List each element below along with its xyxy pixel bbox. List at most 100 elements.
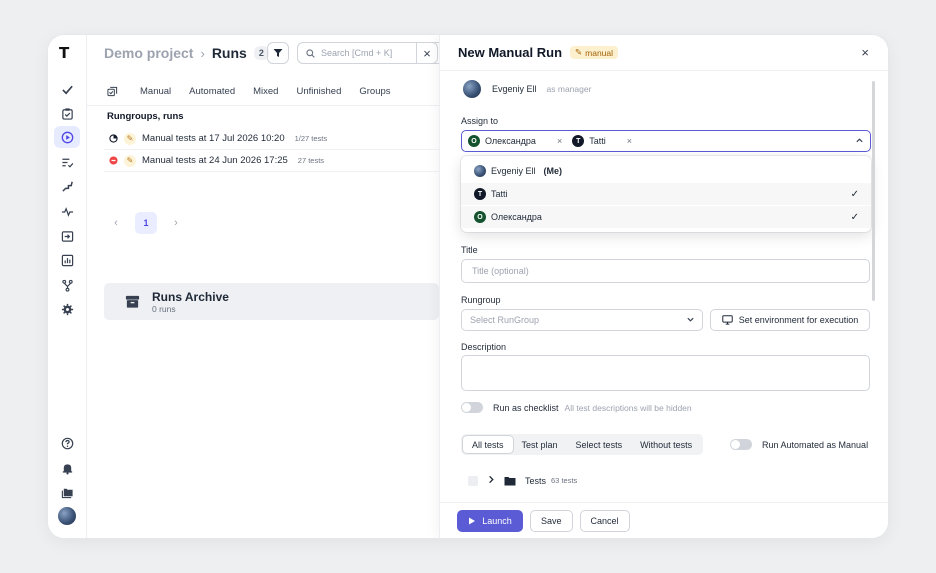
analytics-icon[interactable] — [54, 249, 80, 271]
run-row[interactable]: ✎ Manual tests at 17 Jul 2026 10:20 1/27… — [104, 128, 439, 150]
assignee-chip: T Tatti × — [572, 135, 632, 147]
play-icon — [469, 517, 476, 524]
run-automated-toggle[interactable] — [730, 439, 752, 450]
tab-automated[interactable]: Automated — [189, 86, 235, 97]
multi-select-icon[interactable] — [107, 86, 118, 97]
rungroup-select[interactable]: Select RunGroup — [461, 309, 703, 331]
tab-mixed[interactable]: Mixed — [253, 86, 278, 97]
run-test-count: 1/27 tests — [294, 134, 328, 143]
check-icon: ✓ — [850, 188, 859, 200]
prev-page-button[interactable]: ‹ — [109, 217, 123, 229]
manager-row: Evgeniy Ell as manager — [463, 80, 591, 98]
failed-status-icon — [109, 156, 118, 165]
archive-count: 0 runs — [152, 303, 176, 314]
play-circle-icon[interactable] — [54, 126, 80, 148]
clipboard-check-icon[interactable] — [54, 102, 80, 124]
save-button[interactable]: Save — [530, 509, 573, 532]
chevron-down-icon — [686, 315, 695, 326]
tab-groups[interactable]: Groups — [359, 86, 390, 97]
description-textarea[interactable] — [461, 355, 870, 391]
close-panel-button[interactable]: × — [861, 45, 869, 60]
settings-gear-icon[interactable] — [54, 298, 80, 320]
check-icon[interactable] — [54, 78, 80, 100]
option-name: Tatti — [491, 189, 508, 199]
chevron-right-icon[interactable] — [487, 475, 495, 486]
search-placeholder: Search [Cmd + K] — [321, 48, 393, 58]
dropdown-option[interactable]: T Tatti ✓ — [461, 183, 871, 205]
assignee-chip: О Олександра × — [468, 135, 562, 147]
run-name: Manual tests at 24 Jun 2026 17:25 — [142, 155, 288, 166]
monitor-icon — [721, 315, 733, 325]
manager-name: Evgeniy Ell — [492, 84, 537, 94]
breadcrumb: Demo project › Runs 2 — [104, 44, 269, 62]
segment-without-tests[interactable]: Without tests — [631, 436, 701, 453]
section-title: Rungroups, runs — [107, 111, 184, 122]
app-window: T Demo project › Runs 2 Search [Cmd + K]… — [48, 35, 888, 538]
runs-main: Demo project › Runs 2 Search [Cmd + K] M… — [87, 35, 439, 538]
run-row[interactable]: ✎ Manual tests at 24 Jun 2026 17:25 27 t… — [104, 150, 439, 172]
cancel-button[interactable]: Cancel — [579, 509, 630, 532]
title-label: Title — [461, 245, 478, 255]
page-title: Runs — [211, 45, 247, 61]
manual-run-icon: ✎ — [124, 132, 136, 145]
close-search-button[interactable]: × — [416, 42, 438, 64]
title-input[interactable]: Title (optional) — [461, 259, 870, 283]
tab-unfinished[interactable]: Unfinished — [296, 86, 341, 97]
dropdown-option[interactable]: Evgeniy Ell (Me) — [461, 160, 871, 182]
test-tree-row[interactable]: Tests 63 tests — [468, 475, 577, 486]
remove-chip-icon[interactable]: × — [627, 136, 632, 146]
tree-checkbox[interactable] — [468, 475, 478, 486]
assign-label: Assign to — [461, 116, 499, 126]
dropdown-option[interactable]: О Олександра ✓ — [461, 206, 871, 228]
option-avatar — [474, 165, 486, 177]
manual-badge: ✎ manual — [570, 46, 619, 59]
assignee-dropdown: Evgeniy Ell (Me) T Tatti ✓ О Олександра … — [461, 156, 871, 232]
remove-chip-icon[interactable]: × — [557, 136, 562, 146]
option-initial: О — [474, 211, 486, 223]
next-page-button[interactable]: › — [169, 217, 183, 229]
assignee-name: Олександра — [485, 136, 536, 146]
panel-scrollbar[interactable] — [872, 81, 875, 301]
assignee-initial: T — [572, 135, 585, 147]
rungroup-placeholder: Select RunGroup — [470, 315, 540, 325]
pulse-icon[interactable] — [54, 200, 80, 222]
folder-icon — [504, 476, 516, 485]
set-environment-label: Set environment for execution — [738, 315, 859, 325]
page-number-button[interactable]: 1 — [135, 212, 157, 234]
folders-icon[interactable] — [54, 481, 80, 503]
segment-select-tests[interactable]: Select tests — [567, 436, 632, 453]
bell-icon[interactable] — [54, 457, 80, 479]
tree-folder-name: Tests — [525, 475, 547, 486]
launch-label: Launch — [482, 515, 512, 526]
assignee-multiselect[interactable]: О Олександра × T Tatti × — [461, 130, 871, 152]
run-test-count: 27 tests — [297, 156, 325, 165]
description-label: Description — [461, 342, 507, 352]
set-environment-button[interactable]: Set environment for execution — [710, 309, 870, 331]
list-check-icon[interactable] — [54, 151, 80, 173]
import-icon[interactable] — [54, 225, 80, 247]
breadcrumb-project[interactable]: Demo project — [104, 45, 193, 61]
filter-button[interactable] — [267, 42, 289, 64]
close-icon: × — [423, 45, 431, 61]
filter-icon — [273, 49, 283, 57]
launch-button[interactable]: Launch — [457, 509, 523, 532]
assignee-name: Tatti — [589, 136, 606, 146]
tab-manual[interactable]: Manual — [140, 86, 171, 97]
chevron-up-icon[interactable] — [855, 136, 864, 147]
check-icon: ✓ — [850, 211, 859, 223]
title-placeholder: Title (optional) — [472, 266, 529, 276]
user-avatar[interactable] — [54, 505, 80, 527]
help-circle-icon[interactable] — [54, 432, 80, 454]
app-logo[interactable]: T — [59, 44, 75, 62]
segment-test-plan[interactable]: Test plan — [513, 436, 567, 453]
runs-archive-card[interactable]: Runs Archive 0 runs — [104, 283, 439, 320]
segment-all-tests[interactable]: All tests — [463, 436, 513, 453]
manual-badge-label: manual — [585, 47, 614, 58]
steps-icon[interactable] — [54, 175, 80, 197]
sidebar: T — [48, 35, 87, 538]
branch-icon[interactable] — [54, 274, 80, 296]
run-type-tabs: Manual Automated Mixed Unfinished Groups — [87, 78, 439, 106]
run-as-checklist-toggle[interactable] — [461, 402, 483, 413]
manager-role: as manager — [546, 84, 592, 94]
run-automated-label: Run Automated as Manual — [762, 439, 869, 450]
